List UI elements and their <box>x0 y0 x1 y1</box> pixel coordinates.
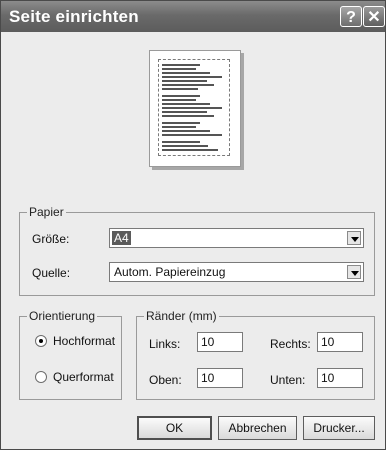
page-setup-dialog: Seite einrichten ? ✕ Papier Größe: A4 Qu… <box>0 0 386 450</box>
printable-area <box>158 59 230 156</box>
paper-group <box>19 212 375 296</box>
preview-text-line <box>162 130 210 132</box>
preview-text-line <box>162 76 222 78</box>
landscape-label[interactable]: Querformat <box>53 370 114 384</box>
margin-top-field[interactable]: 10 <box>197 368 243 388</box>
chevron-down-icon[interactable] <box>347 231 361 245</box>
orientation-group <box>19 316 122 400</box>
portrait-radio[interactable] <box>35 335 47 347</box>
paper-source-value: Autom. Papiereinzug <box>114 265 226 279</box>
help-button[interactable]: ? <box>340 6 362 27</box>
preview-text-line <box>162 72 210 74</box>
preview-text-line <box>162 134 222 136</box>
margins-group-label: Ränder (mm) <box>144 309 219 323</box>
dialog-title: Seite einrichten <box>9 7 139 26</box>
paper-source-select[interactable]: Autom. Papiereinzug <box>109 262 364 282</box>
preview-text-line <box>162 103 210 105</box>
paper-size-label: Größe: <box>32 232 70 246</box>
preview-text-line <box>162 107 222 109</box>
paper-size-select[interactable]: A4 <box>109 228 364 248</box>
paper-group-label: Papier <box>27 205 66 219</box>
margin-right-label: Rechts: <box>270 337 311 351</box>
landscape-radio[interactable] <box>35 371 47 383</box>
preview-text-line <box>162 149 218 151</box>
margin-left-label: Links: <box>149 337 181 351</box>
margin-right-field[interactable]: 10 <box>317 332 363 352</box>
cancel-button[interactable]: Abbrechen <box>218 416 297 440</box>
paper-size-value: A4 <box>112 231 131 245</box>
margin-bottom-field[interactable]: 10 <box>317 368 363 388</box>
close-button[interactable]: ✕ <box>363 6 385 27</box>
preview-text-line <box>162 80 207 82</box>
preview-text-line <box>162 145 208 147</box>
preview-text-line <box>162 126 196 128</box>
margin-bottom-label: Unten: <box>270 373 306 387</box>
preview-text-line <box>162 122 200 124</box>
page-preview <box>149 50 241 167</box>
preview-text-line <box>162 64 200 66</box>
printer-button[interactable]: Drucker... <box>303 416 375 440</box>
preview-text-line <box>162 84 214 86</box>
orientation-group-label: Orientierung <box>27 309 98 323</box>
preview-text-line <box>162 88 198 90</box>
preview-text-line <box>162 68 196 70</box>
preview-text-line <box>162 111 207 113</box>
preview-text-line <box>162 115 214 117</box>
ok-button[interactable]: OK <box>137 416 212 440</box>
margin-top-label: Oben: <box>149 373 182 387</box>
preview-text-line <box>162 95 200 97</box>
paper-source-label: Quelle: <box>32 266 71 280</box>
margin-left-field[interactable]: 10 <box>197 332 243 352</box>
chevron-down-icon[interactable] <box>347 265 361 279</box>
preview-text-line <box>162 141 200 143</box>
preview-text-line <box>162 99 196 101</box>
portrait-label[interactable]: Hochformat <box>53 334 115 348</box>
title-bar[interactable]: Seite einrichten ? ✕ <box>1 1 385 32</box>
